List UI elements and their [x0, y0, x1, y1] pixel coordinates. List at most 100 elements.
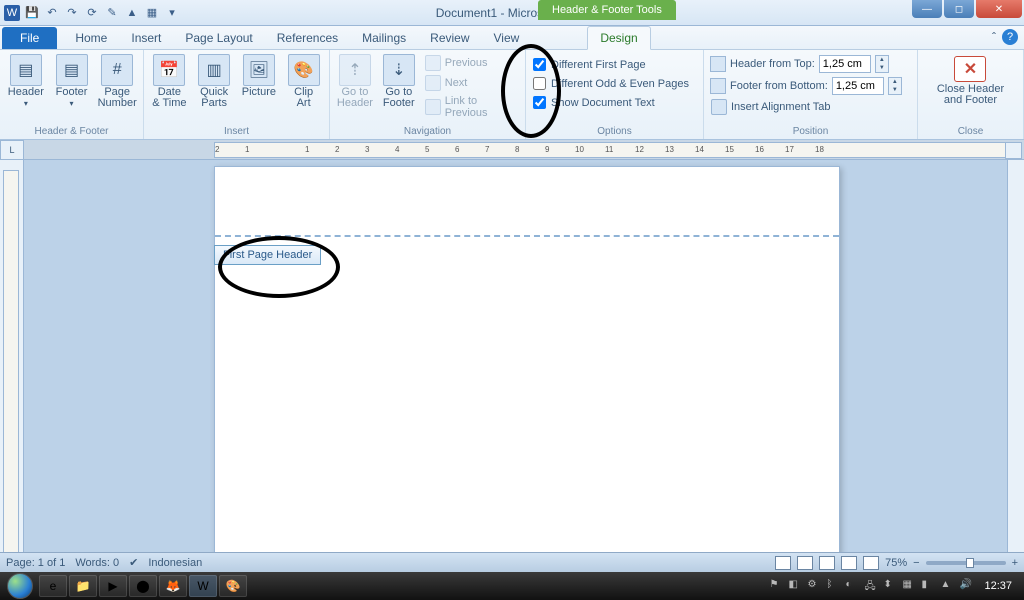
footer-button[interactable]: ▤Footer▾ — [50, 52, 94, 108]
tab-file[interactable]: File — [2, 27, 57, 49]
show-document-text-checkbox[interactable]: Show Document Text — [530, 94, 692, 111]
link-previous-button[interactable]: Link to Previous — [422, 94, 521, 120]
tab-home[interactable]: Home — [63, 27, 119, 49]
tray-icon[interactable]: ⚙ — [807, 579, 821, 593]
tab-mailings[interactable]: Mailings — [350, 27, 418, 49]
header-button[interactable]: ▤Header▾ — [4, 52, 48, 108]
minimize-button[interactable]: — — [912, 0, 942, 18]
vertical-ruler[interactable] — [0, 160, 24, 554]
horizontal-ruler[interactable]: 21123456789101112131415161718 — [214, 142, 1008, 158]
taskbar-app-icon[interactable]: ⬤ — [129, 575, 157, 597]
maximize-button[interactable]: ◻ — [944, 0, 974, 18]
print-layout-view-button[interactable] — [775, 556, 791, 570]
group-label: Navigation — [330, 125, 525, 139]
footer-from-bottom-field[interactable]: Footer from Bottom: ▲▼ — [708, 76, 904, 96]
tab-insert[interactable]: Insert — [119, 27, 173, 49]
goto-footer-button[interactable]: ⇣Go to Footer — [378, 52, 420, 109]
previous-button[interactable]: Previous — [422, 54, 521, 72]
different-odd-even-checkbox[interactable]: Different Odd & Even Pages — [530, 75, 692, 92]
goto-header-button[interactable]: ⇡Go to Header — [334, 52, 376, 109]
save-icon[interactable]: 💾 — [24, 5, 40, 21]
minimize-ribbon-icon[interactable]: ˆ — [992, 30, 996, 44]
group-label: Header & Footer — [0, 125, 143, 139]
footer-icon: ▤ — [56, 54, 88, 86]
tray-bluetooth-icon[interactable]: ᛒ — [826, 579, 840, 593]
tab-references[interactable]: References — [265, 27, 350, 49]
help-icon[interactable]: ? — [1002, 29, 1018, 45]
qat-icon[interactable]: ⟳ — [84, 5, 100, 21]
spinner-arrows[interactable]: ▲▼ — [888, 77, 902, 95]
tray-battery-icon[interactable]: ▮ — [921, 579, 935, 593]
picture-button[interactable]: 🖼Picture — [238, 52, 281, 98]
taskbar-explorer-icon[interactable]: 📁 — [69, 575, 97, 597]
footer-bottom-input[interactable] — [832, 77, 884, 95]
goto-header-icon: ⇡ — [339, 54, 371, 86]
zoom-level[interactable]: 75% — [885, 557, 907, 569]
page-number-button[interactable]: #Page Number — [95, 52, 139, 109]
tray-volume-icon[interactable]: 🔊 — [959, 579, 973, 593]
taskbar-media-icon[interactable]: ▶ — [99, 575, 127, 597]
header-from-top-field[interactable]: Header from Top: ▲▼ — [708, 54, 904, 74]
header-boundary-line — [215, 235, 839, 237]
picture-icon: 🖼 — [243, 54, 275, 86]
status-words[interactable]: Words: 0 — [75, 557, 119, 569]
next-button[interactable]: Next — [422, 74, 521, 92]
tab-design[interactable]: Design — [587, 26, 650, 50]
redo-icon[interactable]: ↷ — [64, 5, 80, 21]
header-top-input[interactable] — [819, 55, 871, 73]
draft-view-button[interactable] — [863, 556, 879, 570]
different-first-page-checkbox[interactable]: Different First Page — [530, 56, 692, 73]
tray-icon[interactable]: ◧ — [788, 579, 802, 593]
proofing-icon[interactable]: ✔ — [129, 556, 138, 569]
tab-view[interactable]: View — [482, 27, 532, 49]
close-window-button[interactable]: ✕ — [976, 0, 1022, 18]
qat-icon[interactable]: ▦ — [144, 5, 160, 21]
next-icon — [425, 75, 441, 91]
page[interactable]: First Page Header — [214, 166, 840, 554]
ruler-icon — [710, 56, 726, 72]
status-page[interactable]: Page: 1 of 1 — [6, 557, 65, 569]
tab-page-layout[interactable]: Page Layout — [173, 27, 264, 49]
tray-icon[interactable]: ⬍ — [883, 579, 897, 593]
first-page-header-tag: First Page Header — [214, 245, 321, 265]
full-screen-view-button[interactable] — [797, 556, 813, 570]
taskbar: e 📁 ▶ ⬤ 🦊 W 🎨 ⚑ ◧ ⚙ ᛒ ◐ 🖧 ⬍ ▦ ▮ ▲ 🔊 12:3… — [0, 572, 1024, 600]
zoom-out-button[interactable]: − — [913, 557, 919, 569]
date-time-button[interactable]: 📅Date & Time — [148, 52, 191, 109]
qat-icon[interactable]: ▲ — [124, 5, 140, 21]
start-button[interactable] — [2, 572, 38, 600]
tray-flag-icon[interactable]: ⚑ — [769, 579, 783, 593]
group-label: Options — [526, 125, 703, 139]
header-icon: ▤ — [10, 54, 42, 86]
status-language[interactable]: Indonesian — [148, 557, 202, 569]
outline-view-button[interactable] — [841, 556, 857, 570]
close-header-footer-button[interactable]: ✕ Close Header and Footer — [929, 52, 1012, 110]
quick-parts-button[interactable]: ▥Quick Parts — [193, 52, 236, 109]
taskbar-ie-icon[interactable]: e — [39, 575, 67, 597]
taskbar-word-icon[interactable]: W — [189, 575, 217, 597]
web-layout-view-button[interactable] — [819, 556, 835, 570]
tab-review[interactable]: Review — [418, 27, 481, 49]
qat-dropdown-icon[interactable]: ▾ — [164, 5, 180, 21]
title-bar: W 💾 ↶ ↷ ⟳ ✎ ▲ ▦ ▾ Document1 - Microsoft … — [0, 0, 1024, 26]
document-scroll[interactable]: First Page Header — [24, 160, 1007, 554]
tray-wifi-icon[interactable]: ▲ — [940, 579, 954, 593]
undo-icon[interactable]: ↶ — [44, 5, 60, 21]
zoom-slider[interactable] — [926, 561, 1006, 565]
tray-network-icon[interactable]: 🖧 — [864, 579, 878, 593]
window-controls: — ◻ ✕ — [912, 0, 1022, 18]
tab-selector[interactable]: L — [0, 140, 24, 160]
tray-icon[interactable]: ▦ — [902, 579, 916, 593]
ruler-toggle-button[interactable] — [1005, 142, 1022, 159]
tray-icon[interactable]: ◐ — [845, 579, 859, 593]
vertical-scrollbar[interactable] — [1007, 160, 1024, 554]
spinner-arrows[interactable]: ▲▼ — [875, 55, 889, 73]
taskbar-firefox-icon[interactable]: 🦊 — [159, 575, 187, 597]
zoom-in-button[interactable]: + — [1012, 557, 1018, 569]
taskbar-clock[interactable]: 12:37 — [978, 580, 1018, 592]
ruler-row: L 21123456789101112131415161718 — [0, 140, 1024, 160]
taskbar-app-icon[interactable]: 🎨 — [219, 575, 247, 597]
insert-alignment-tab-button[interactable]: Insert Alignment Tab — [708, 98, 904, 116]
clip-art-button[interactable]: 🎨Clip Art — [282, 52, 325, 109]
qat-icon[interactable]: ✎ — [104, 5, 120, 21]
